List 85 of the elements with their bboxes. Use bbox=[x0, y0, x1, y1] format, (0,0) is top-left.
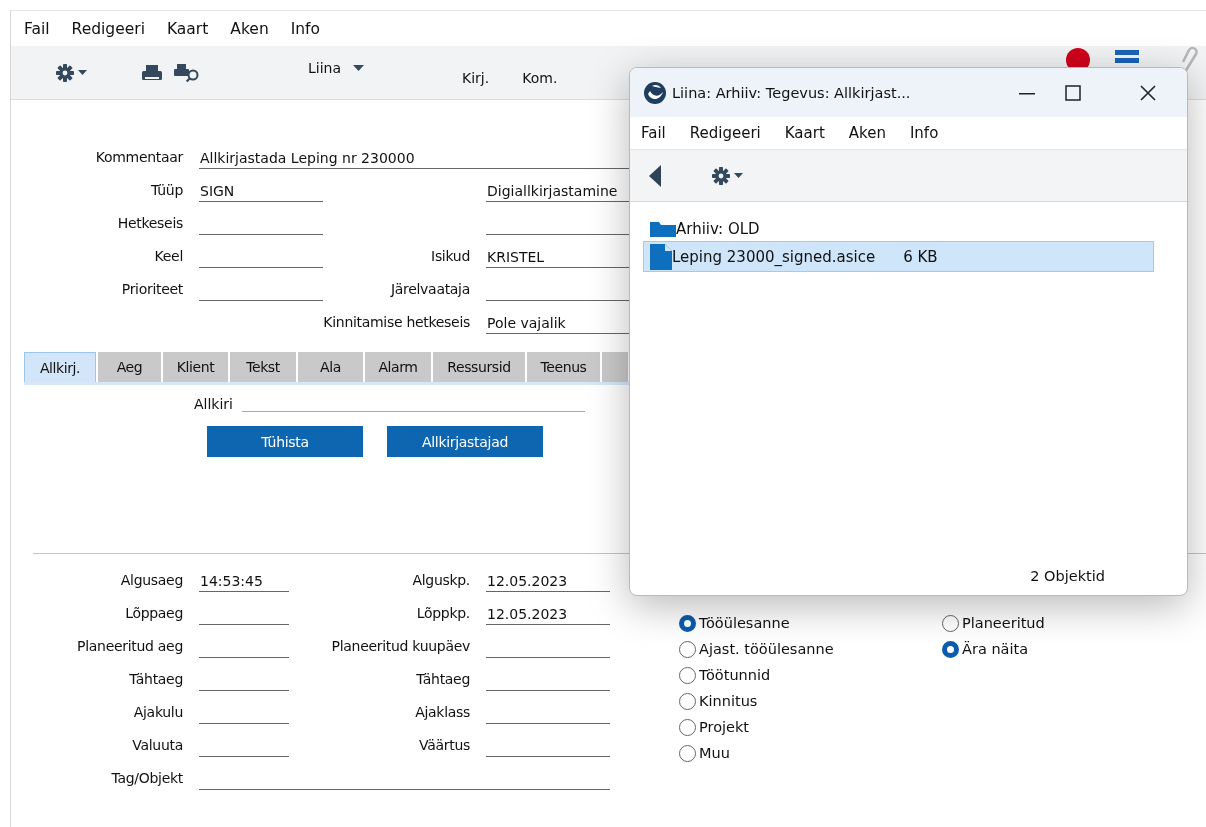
file-name: Arhiiv: OLD bbox=[676, 219, 760, 238]
input-field[interactable]: 12.05.2023 bbox=[486, 571, 610, 592]
file-row[interactable]: Leping 23000_signed.asice 6 KB bbox=[643, 241, 1154, 272]
close-icon[interactable] bbox=[1139, 83, 1157, 102]
menu-item[interactable]: Aken bbox=[848, 124, 886, 142]
app-logo-icon bbox=[643, 80, 667, 105]
tab[interactable]: Ala bbox=[298, 352, 363, 382]
radio-label: Ära näita bbox=[962, 641, 1029, 657]
radio-label: Planeeritud bbox=[962, 615, 1045, 631]
field-label: Planeeritud kuupäev bbox=[330, 637, 471, 654]
radio-button[interactable] bbox=[679, 692, 696, 710]
field-label: Väärtus bbox=[418, 736, 471, 753]
field-label: Tähtaeg bbox=[415, 670, 471, 687]
field-label: Järelvaataja bbox=[389, 280, 471, 297]
field-label: Prioriteet bbox=[120, 280, 184, 297]
radio-label: Töötunnid bbox=[699, 667, 771, 683]
menu-item[interactable]: Aken bbox=[230, 19, 269, 38]
settings-icon[interactable] bbox=[56, 63, 74, 82]
field-label: Keel bbox=[153, 247, 184, 264]
menu-item[interactable]: Info bbox=[909, 124, 939, 142]
print-preview-icon[interactable] bbox=[173, 62, 201, 83]
radio-label: Tööülesanne bbox=[699, 615, 790, 631]
user-dropdown[interactable]: Liina bbox=[308, 59, 365, 76]
field-label: Alguskp. bbox=[411, 571, 471, 588]
printer-icon[interactable] bbox=[141, 63, 163, 82]
back-icon[interactable] bbox=[649, 164, 661, 187]
file-icon bbox=[650, 243, 672, 270]
caret-icon bbox=[353, 64, 365, 71]
menu-item[interactable]: Fail bbox=[641, 124, 666, 142]
field-label: Ajakulu bbox=[132, 703, 184, 720]
radio-button[interactable] bbox=[679, 640, 696, 658]
file-size: 6 KB bbox=[903, 247, 938, 266]
action-button[interactable]: Tühista bbox=[207, 426, 363, 457]
input-field[interactable]: 12.05.2023 bbox=[486, 604, 610, 625]
menu-item[interactable]: Kaart bbox=[784, 124, 825, 142]
file-name: Leping 23000_signed.asice bbox=[672, 247, 876, 266]
action-button[interactable]: Allkirjastajad bbox=[387, 426, 543, 457]
radio-button[interactable] bbox=[679, 718, 696, 736]
input-field[interactable]: SIGN bbox=[199, 181, 323, 202]
menu-item[interactable]: Fail bbox=[24, 19, 50, 38]
field-label: Planeeritud aeg bbox=[76, 637, 184, 654]
radio-label: Projekt bbox=[699, 719, 750, 735]
field-label: Algusaeg bbox=[119, 571, 184, 588]
toolbar-button[interactable]: Kom. bbox=[522, 69, 558, 86]
field-label: Tag/Objekt bbox=[110, 769, 184, 786]
field-label: Kommentaar bbox=[94, 148, 185, 165]
radio-button[interactable] bbox=[679, 614, 696, 632]
tab[interactable]: Tekst bbox=[230, 352, 296, 382]
tab[interactable]: Teenus bbox=[527, 352, 600, 382]
caret-icon[interactable] bbox=[78, 70, 87, 75]
radio-button[interactable] bbox=[679, 744, 696, 762]
menu-item[interactable]: Redigeeri bbox=[689, 124, 761, 142]
radio-label: Ajast. tööülesanne bbox=[699, 641, 834, 657]
file-row[interactable]: Arhiiv: OLD bbox=[643, 216, 1154, 241]
field-label: Hetkeseis bbox=[116, 214, 184, 231]
toolbar-button[interactable]: Kirj. bbox=[462, 69, 490, 86]
field-label: Isikud bbox=[430, 247, 471, 264]
maximize-icon[interactable] bbox=[1064, 83, 1082, 102]
status-text: 2 Objektid bbox=[1029, 567, 1106, 586]
menu-item[interactable]: Info bbox=[290, 19, 321, 38]
field-label: Kinnitamise hetkeseis bbox=[323, 313, 471, 330]
radio-button[interactable] bbox=[942, 614, 959, 632]
radio-button[interactable] bbox=[679, 666, 696, 684]
radio-label: Muu bbox=[699, 745, 730, 761]
menu-item[interactable]: Kaart bbox=[166, 19, 209, 38]
folder-icon bbox=[650, 220, 676, 237]
tab[interactable]: Klient bbox=[163, 352, 228, 382]
tab[interactable]: Aeg bbox=[98, 352, 161, 382]
radio-label: Kinnitus bbox=[699, 693, 758, 709]
tab[interactable]: Allkirj. bbox=[24, 352, 96, 382]
tab[interactable]: Ressursid bbox=[433, 352, 525, 382]
field-label: Lõppkp. bbox=[415, 604, 471, 621]
field-label: Tähtaeg bbox=[128, 670, 184, 687]
field-label: Allkiri bbox=[194, 396, 233, 412]
field-label: Valuuta bbox=[131, 736, 184, 753]
menu-item[interactable]: Redigeeri bbox=[71, 19, 145, 38]
field-label: Ajaklass bbox=[414, 703, 471, 720]
field-label: Tüüp bbox=[149, 181, 184, 198]
radio-button[interactable] bbox=[942, 640, 959, 658]
settings-icon[interactable] bbox=[712, 166, 730, 185]
caret-icon[interactable] bbox=[734, 173, 743, 178]
field-label: Lõppaeg bbox=[124, 604, 184, 621]
tab[interactable]: Alarm bbox=[365, 352, 431, 382]
input-field[interactable]: 14:53:45 bbox=[199, 571, 289, 592]
window-title: Liina: Arhiiv: Tegevus: Allkirjast... bbox=[672, 84, 912, 101]
